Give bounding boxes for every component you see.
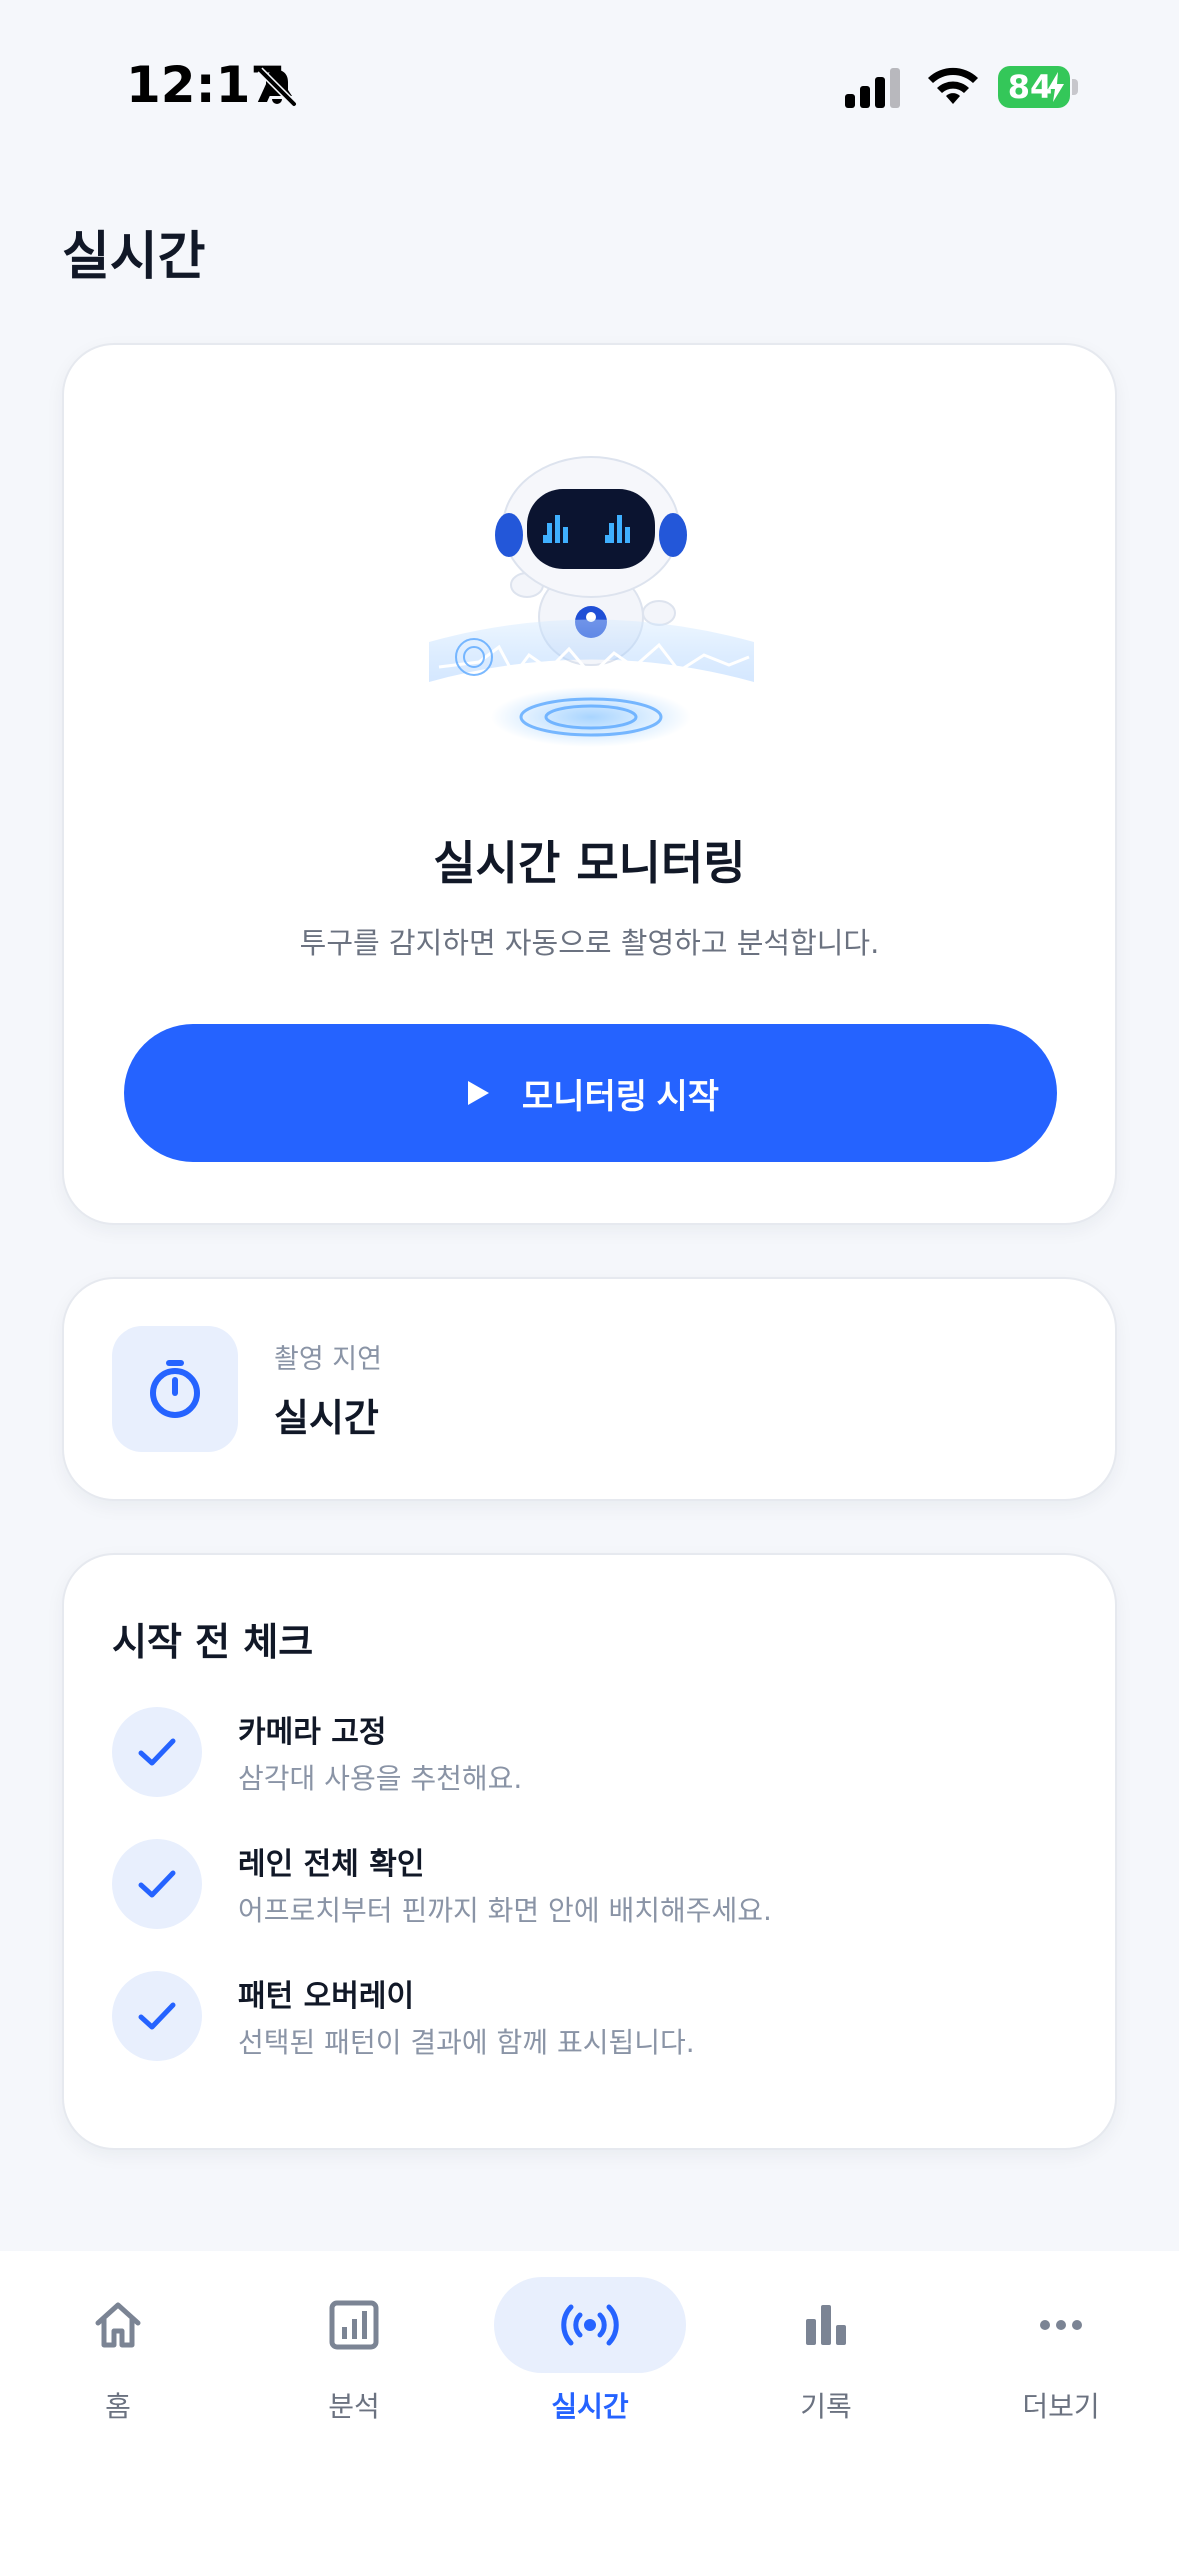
bar-chart-icon bbox=[806, 2305, 846, 2345]
checklist-item-description: 선택된 패턴이 결과에 함께 표시됩니다. bbox=[238, 2026, 695, 2059]
hero-subtitle: 투구를 감지하면 자동으로 촬영하고 분석합니다. bbox=[299, 926, 880, 960]
battery-charging-icon: 84 bbox=[998, 66, 1078, 108]
tab-label: 분석 bbox=[328, 2390, 380, 2423]
checklist-item-title: 레인 전체 확인 bbox=[238, 1847, 425, 1882]
cellular-signal-icon bbox=[845, 68, 900, 108]
analysis-chart-icon bbox=[329, 2300, 379, 2350]
checklist-item-description: 어프로치부터 핀까지 화면 안에 배치해주세요. bbox=[238, 1894, 772, 1927]
wifi-icon bbox=[928, 67, 978, 104]
tab-records[interactable]: 기록 bbox=[726, 2277, 926, 2427]
checklist-item: 레인 전체 확인 어프로치부터 핀까지 화면 안에 배치해주세요. bbox=[112, 1839, 1072, 1949]
stopwatch-icon bbox=[150, 1360, 200, 1418]
checklist-title: 시작 전 체크 bbox=[112, 1620, 314, 1664]
checkmark-icon bbox=[138, 1870, 176, 1898]
live-broadcast-icon bbox=[561, 2304, 619, 2346]
bell-slash-icon bbox=[257, 67, 297, 107]
stopwatch-icon-box bbox=[112, 1326, 238, 1452]
page-title: 실시간 bbox=[62, 227, 206, 287]
delay-label: 촬영 지연 bbox=[274, 1344, 382, 1375]
tab-bar: 홈 분석 실시간 기록 더보기 bbox=[0, 2251, 1179, 2556]
tab-label: 홈 bbox=[105, 2390, 131, 2423]
delay-value: 실시간 bbox=[274, 1396, 379, 1440]
checklist-item-title: 카메라 고정 bbox=[238, 1715, 387, 1750]
start-monitoring-label: 모니터링 시작 bbox=[521, 1077, 720, 1116]
home-icon bbox=[95, 2302, 141, 2348]
tab-home[interactable]: 홈 bbox=[18, 2277, 218, 2427]
checklist-item: 카메라 고정 삼각대 사용을 추천해요. bbox=[112, 1707, 1072, 1817]
more-dots-icon bbox=[1040, 2320, 1082, 2330]
tab-label: 기록 bbox=[800, 2390, 852, 2423]
capture-delay-card[interactable]: 촬영 지연 실시간 bbox=[62, 1277, 1117, 1501]
checkmark-icon bbox=[138, 2002, 176, 2030]
start-monitoring-button[interactable]: 모니터링 시작 bbox=[124, 1024, 1057, 1162]
monitoring-card: 실시간 모니터링 투구를 감지하면 자동으로 촬영하고 분석합니다. 모니터링 … bbox=[62, 343, 1117, 1225]
tab-more[interactable]: 더보기 bbox=[961, 2277, 1161, 2427]
pre-start-checklist-card: 시작 전 체크 카메라 고정 삼각대 사용을 추천해요. 레인 전체 확인 어프… bbox=[62, 1553, 1117, 2150]
checklist-item-description: 삼각대 사용을 추천해요. bbox=[238, 1762, 523, 1795]
check-circle bbox=[112, 1839, 202, 1929]
tab-analysis[interactable]: 분석 bbox=[254, 2277, 454, 2427]
checklist-item: 패턴 오버레이 선택된 패턴이 결과에 함께 표시됩니다. bbox=[112, 1971, 1072, 2081]
check-circle bbox=[112, 1971, 202, 2061]
tab-label: 실시간 bbox=[551, 2390, 629, 2423]
play-icon bbox=[467, 1081, 489, 1105]
status-bar: 12:17 84 bbox=[0, 0, 1179, 150]
tab-live[interactable]: 실시간 bbox=[490, 2277, 690, 2427]
tab-label: 더보기 bbox=[1022, 2390, 1100, 2423]
robot-monitoring-illustration bbox=[429, 456, 754, 747]
hero-title: 실시간 모니터링 bbox=[433, 836, 746, 890]
check-circle bbox=[112, 1707, 202, 1797]
checklist-item-title: 패턴 오버레이 bbox=[238, 1979, 415, 2014]
checkmark-icon bbox=[138, 1738, 176, 1766]
